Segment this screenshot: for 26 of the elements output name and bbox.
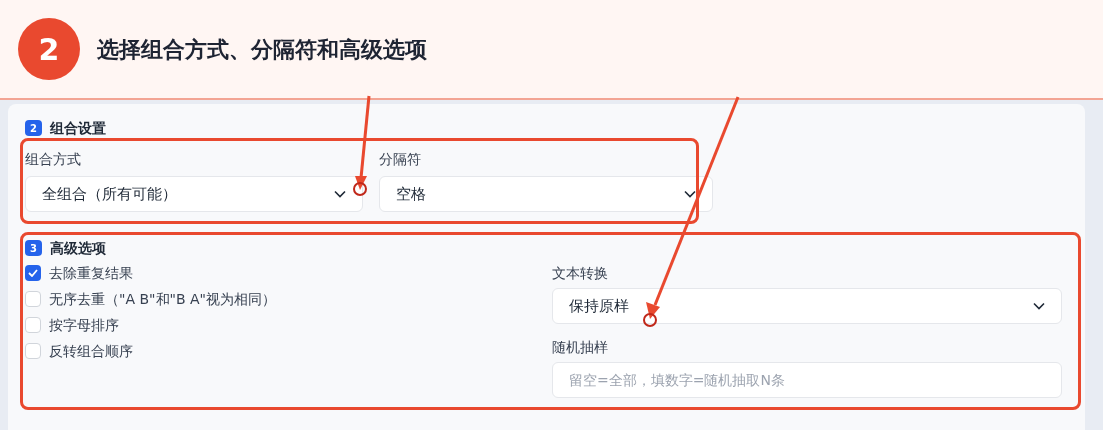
dropdown-select[interactable]: 保持原样 xyxy=(552,288,1062,324)
checkbox[interactable] xyxy=(25,291,41,307)
section-number-badge: 3 xyxy=(25,240,42,256)
chevron-down-icon xyxy=(334,190,346,198)
checkbox[interactable] xyxy=(25,343,41,359)
field-label: 文本转换 xyxy=(552,264,609,283)
checkbox[interactable] xyxy=(25,317,41,333)
checkbox-label: 反转组合顺序 xyxy=(49,341,133,361)
dropdown-select[interactable]: 空格 xyxy=(379,176,713,212)
section-title: 组合设置 xyxy=(50,118,106,138)
dropdown-select[interactable]: 全组合（所有可能） xyxy=(25,176,363,212)
checkbox-label: 去除重复结果 xyxy=(49,263,133,283)
checkbox-label: 按字母排序 xyxy=(49,315,119,335)
checkbox[interactable] xyxy=(25,265,41,281)
input-field[interactable]: 留空=全部，填数字=随机抽取N条 xyxy=(552,362,1062,398)
check-icon xyxy=(28,269,38,277)
field-label: 随机抽样 xyxy=(552,338,609,357)
step-title: 选择组合方式、分隔符和高级选项 xyxy=(97,35,427,64)
chevron-down-icon xyxy=(1033,302,1045,310)
section-title: 高级选项 xyxy=(50,238,106,258)
chevron-down-icon xyxy=(684,190,696,198)
checkbox-label: 无序去重（"A B"和"B A"视为相同） xyxy=(49,289,277,309)
step-number-badge: 2 xyxy=(18,18,80,80)
section-number-badge: 2 xyxy=(25,120,42,136)
field-label: 组合方式 xyxy=(25,150,82,169)
field-label: 分隔符 xyxy=(379,150,422,169)
